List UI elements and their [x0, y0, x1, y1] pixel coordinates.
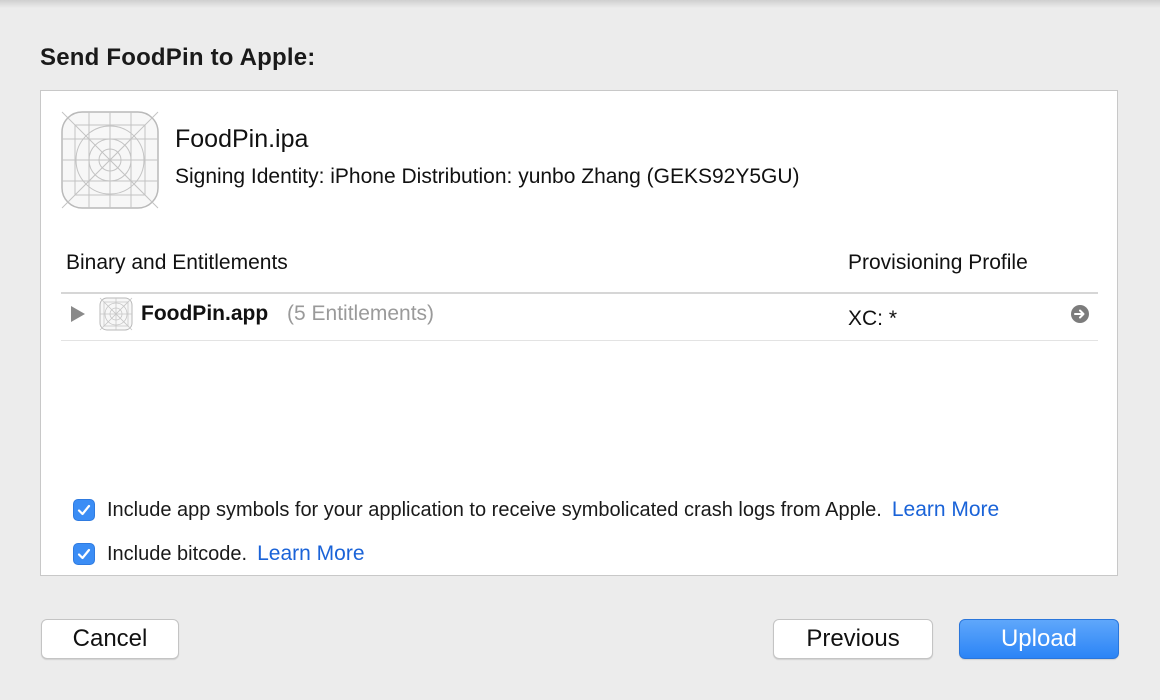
checkmark-icon [77, 504, 91, 516]
signing-identity: Signing Identity: iPhone Distribution: y… [175, 165, 800, 188]
app-binary-name: FoodPin.app [141, 302, 269, 325]
disclosure-triangle-icon[interactable] [71, 306, 85, 322]
table-row-divider [61, 340, 1098, 341]
go-arrow-icon[interactable] [1071, 305, 1089, 323]
provisioning-profile-value: XC: * [848, 307, 898, 330]
app-placeholder-icon [61, 111, 159, 209]
previous-button[interactable]: Previous [773, 619, 933, 659]
bitcode-checkbox[interactable] [73, 543, 95, 565]
column-header-binary: Binary and Entitlements [66, 251, 288, 274]
dialog-title: Send FoodPin to Apple: [40, 44, 316, 71]
option-app-symbols: Include app symbols for your application… [73, 498, 999, 522]
table-header-divider [61, 292, 1098, 294]
option-bitcode: Include bitcode. Learn More [73, 542, 365, 566]
entitlements-count: (5 Entitlements) [287, 302, 435, 325]
app-symbols-learn-more-link[interactable]: Learn More [892, 498, 999, 522]
column-header-profile: Provisioning Profile [848, 251, 1028, 274]
cancel-button[interactable]: Cancel [41, 619, 179, 659]
checkmark-icon [77, 548, 91, 560]
bitcode-learn-more-link[interactable]: Learn More [257, 542, 364, 566]
app-symbols-label: Include app symbols for your application… [107, 498, 882, 521]
upload-button[interactable]: Upload [959, 619, 1119, 659]
app-symbols-checkbox[interactable] [73, 499, 95, 521]
window-top-edge [0, 0, 1160, 8]
ipa-file-name: FoodPin.ipa [175, 125, 309, 153]
bitcode-label: Include bitcode. [107, 542, 248, 565]
upload-summary-panel: FoodPin.ipa Signing Identity: iPhone Dis… [40, 90, 1118, 576]
app-placeholder-icon [99, 297, 133, 331]
